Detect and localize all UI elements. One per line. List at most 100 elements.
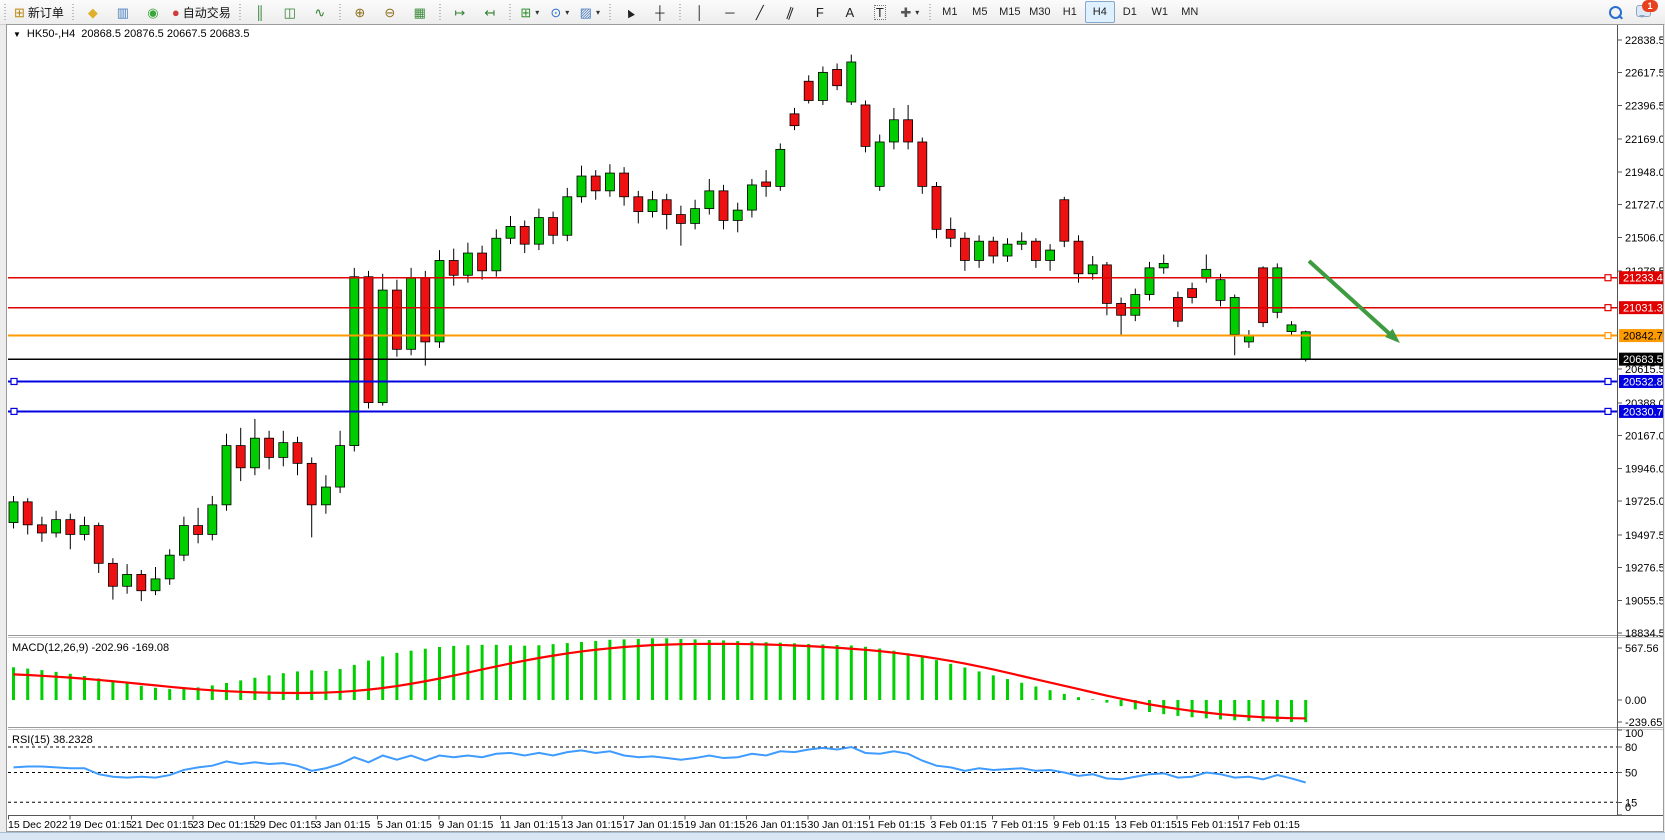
horizontal-line-button[interactable]: ─	[715, 1, 745, 23]
chat-button[interactable]: 1	[1636, 5, 1651, 20]
price-tag-label: 20683.5	[1623, 354, 1663, 366]
candle-body	[123, 574, 132, 586]
candle-body	[932, 186, 941, 229]
rsi-tick-label: 100	[1625, 728, 1643, 740]
tile-windows-button[interactable]: ▦	[405, 1, 435, 23]
chart-canvas[interactable]: 22838.522617.522396.522169.021948.021727…	[7, 25, 1663, 831]
line-handle[interactable]	[1605, 408, 1611, 414]
price-tick-label: 19946.0	[1625, 463, 1663, 475]
timeframe-h4[interactable]: H4	[1085, 1, 1115, 23]
line-handle[interactable]	[1605, 275, 1611, 281]
timeframe-m15[interactable]: M15	[995, 1, 1025, 23]
chevron-down-icon: ▾	[535, 8, 539, 17]
navigator-icon: ◉	[147, 6, 158, 19]
candle-body	[549, 218, 558, 236]
timeframe-mn[interactable]: MN	[1175, 1, 1205, 23]
candle-body	[336, 446, 345, 487]
timeframe-m30[interactable]: M30	[1025, 1, 1055, 23]
toolbar-group: ▲┼	[615, 0, 675, 24]
rsi-line	[14, 747, 1306, 783]
auto-scroll-button[interactable]: ↦	[445, 1, 475, 23]
fibonacci-button[interactable]: F	[805, 1, 835, 23]
chart-window: ▼ HK50-,H4 20868.5 20876.5 20667.5 20683…	[6, 24, 1664, 832]
time-tick-label: 5 Jan 01:15	[377, 819, 432, 831]
search-icon[interactable]	[1609, 6, 1622, 19]
time-tick-label: 9 Jan 01:15	[439, 819, 494, 831]
timeframe-d1[interactable]: D1	[1115, 1, 1145, 23]
time-tick-label: 15 Feb 01:15	[1177, 819, 1239, 831]
time-tick-label: 19 Jan 01:15	[685, 819, 746, 831]
candle-body	[847, 62, 856, 102]
time-tick-label: 13 Jan 01:15	[562, 819, 623, 831]
candle-body	[435, 260, 444, 341]
candle-body	[733, 210, 742, 220]
candle-body	[534, 218, 543, 245]
periods-button[interactable]: ⊙▾	[545, 1, 575, 23]
zoom-in-button[interactable]: ⊕	[345, 1, 375, 23]
candle-body	[889, 120, 898, 142]
candle-body	[875, 142, 884, 186]
toolbar-group: ⊕ ⊖▦	[345, 0, 435, 24]
equidistant-channel-button[interactable]: ∥	[775, 1, 805, 23]
timeframe-label: M30	[1029, 6, 1050, 18]
auto-trading-button[interactable]: ●自动交易	[168, 1, 235, 23]
candle-body	[1017, 241, 1026, 244]
price-tag-label: 20842.7	[1623, 331, 1663, 343]
trendline-button[interactable]: ╱	[745, 1, 775, 23]
vertical-line-icon: │	[696, 6, 704, 19]
candle-body	[250, 438, 259, 468]
auto-trading-label: 自动交易	[183, 4, 231, 21]
timeframe-label: M15	[999, 6, 1020, 18]
arrows-button[interactable]: ✚▾	[895, 1, 925, 23]
toolbar-grip	[508, 4, 513, 20]
candle-body	[265, 438, 274, 457]
candle-body	[222, 446, 231, 505]
text-button[interactable]: A	[835, 1, 865, 23]
zoom-in-icon: ⊕	[354, 6, 365, 19]
cursor-button[interactable]: ▲	[615, 1, 645, 23]
line-handle[interactable]	[11, 378, 17, 384]
data-window-button[interactable]: ▥	[108, 1, 138, 23]
line-handle[interactable]	[11, 408, 17, 414]
navigator-button[interactable]: ◉	[138, 1, 168, 23]
chart-title: ▼ HK50-,H4 20868.5 20876.5 20667.5 20683…	[13, 28, 249, 40]
candle-body	[52, 520, 61, 533]
toolbar-right: 1	[1609, 5, 1665, 20]
trend-arrow-object[interactable]	[1309, 261, 1392, 336]
text-label-button[interactable]: T	[865, 1, 895, 23]
candle-chart-button[interactable]: ◫	[275, 1, 305, 23]
timeframe-w1[interactable]: W1	[1145, 1, 1175, 23]
candle-body	[137, 574, 146, 590]
line-handle[interactable]	[1605, 305, 1611, 311]
toolbar-group: │ ─ ╱∥FAT✚▾	[685, 0, 925, 24]
market-watch-button[interactable]: ◆	[78, 1, 108, 23]
chart-shift-button[interactable]: ↤	[475, 1, 505, 23]
timeframe-m1[interactable]: M1	[935, 1, 965, 23]
new-order-icon: ⊞	[14, 6, 25, 19]
line-chart-button[interactable]: ∿	[305, 1, 335, 23]
candle-body	[1216, 280, 1225, 301]
auto-trading-icon: ●	[172, 6, 180, 19]
templates-button[interactable]: ▨▾	[575, 1, 605, 23]
zoom-out-button[interactable]: ⊖	[375, 1, 405, 23]
timeframe-h1[interactable]: H1	[1055, 1, 1085, 23]
bar-chart-button[interactable]: ║	[245, 1, 275, 23]
toolbar-group: ⊞新订单	[10, 0, 68, 24]
candle-body	[321, 487, 330, 505]
horizontal-line-icon: ─	[725, 6, 734, 19]
collapse-icon[interactable]: ▼	[13, 30, 21, 39]
timeframe-m5[interactable]: M5	[965, 1, 995, 23]
candle-body	[975, 241, 984, 260]
price-tick-label: 22838.5	[1625, 35, 1663, 47]
candle-body	[904, 120, 913, 142]
crosshair-button[interactable]: ┼	[645, 1, 675, 23]
price-tag-label: 20532.8	[1623, 376, 1663, 388]
price-tags: 21233.421031.320842.720683.520532.820330…	[1619, 271, 1663, 418]
new-chart-button[interactable]: ⊞▾	[515, 1, 545, 23]
new-order-button[interactable]: ⊞新订单	[10, 1, 68, 23]
crosshair-icon: ┼	[655, 6, 664, 19]
vertical-line-button[interactable]: │	[685, 1, 715, 23]
line-handle[interactable]	[1605, 333, 1611, 339]
arrows-icon: ✚	[900, 6, 911, 19]
line-handle[interactable]	[1605, 378, 1611, 384]
